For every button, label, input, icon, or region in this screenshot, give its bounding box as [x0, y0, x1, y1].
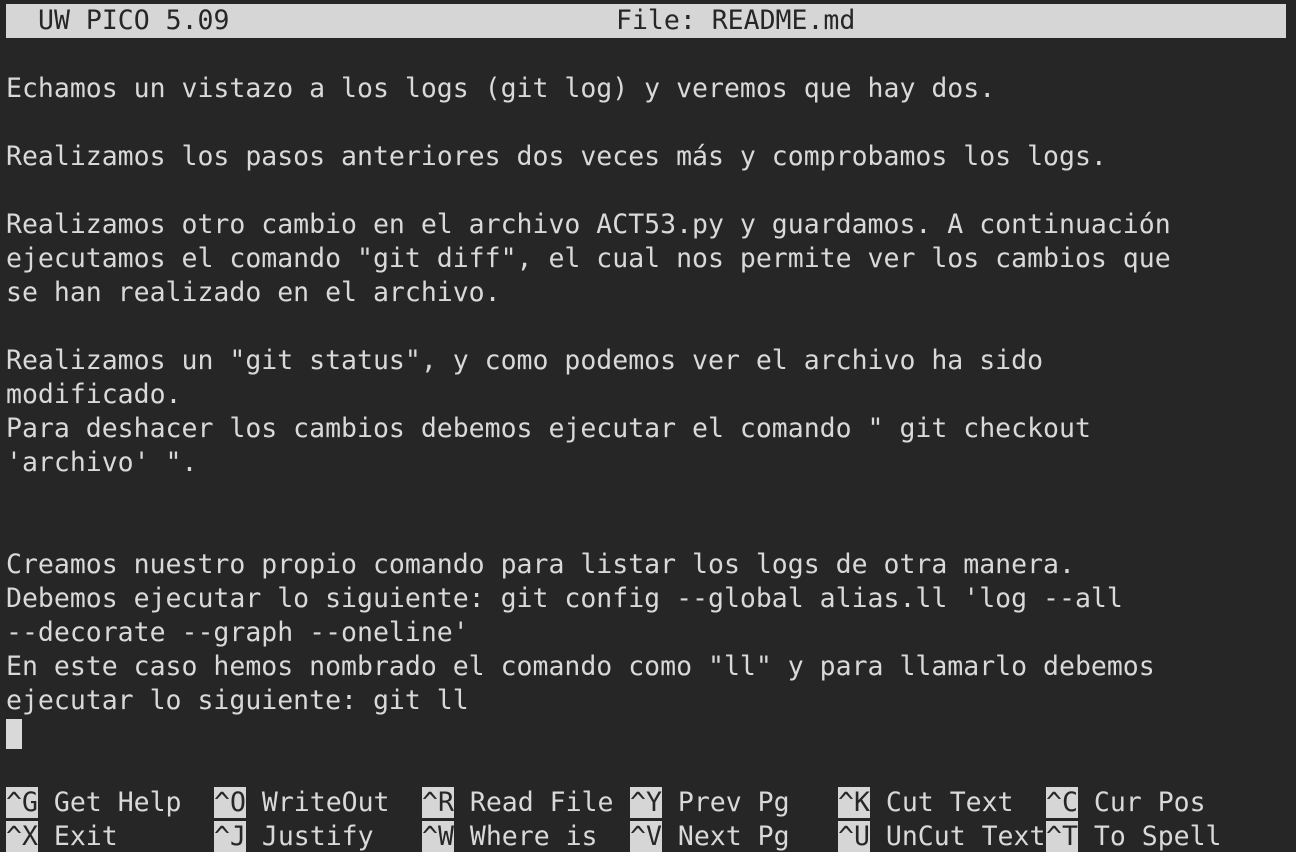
shortcut-cut-text[interactable]: ^K Cut Text	[838, 786, 1014, 820]
shortcut-where-is[interactable]: ^W Where is	[422, 820, 598, 852]
shortcut-key: ^V	[630, 821, 662, 852]
editor-line: Para deshacer los cambios debemos ejecut…	[6, 413, 1091, 444]
shortcut-writeout[interactable]: ^O WriteOut	[214, 786, 390, 820]
shortcut-label: Get Help	[37, 787, 182, 818]
title-bar: UW PICO 5.09 File: README.md	[6, 4, 1286, 38]
shortcut-label: Prev Pg	[661, 787, 790, 818]
shortcut-read-file[interactable]: ^R Read File	[422, 786, 613, 820]
shortcut-label: To Spell	[1077, 821, 1222, 852]
editor-line: En este caso hemos nombrado el comando c…	[6, 651, 1155, 682]
shortcut-to-spell[interactable]: ^T To Spell	[1046, 820, 1222, 852]
shortcut-key: ^C	[1046, 787, 1078, 818]
shortcut-key: ^W	[422, 821, 454, 852]
text-editor-area[interactable]: Echamos un vistazo a los logs (git log) …	[6, 38, 1290, 768]
editor-line: Realizamos los pasos anteriores dos vece…	[6, 141, 1107, 172]
editor-line: se han realizado en el archivo.	[6, 277, 501, 308]
shortcut-get-help[interactable]: ^G Get Help	[6, 786, 182, 820]
shortcut-label: UnCut Text	[869, 821, 1046, 852]
shortcut-label: WriteOut	[245, 787, 390, 818]
shortcut-key: ^G	[6, 787, 38, 818]
shortcut-key: ^T	[1046, 821, 1078, 852]
shortcut-key: ^R	[422, 787, 454, 818]
shortcut-key: ^Y	[630, 787, 662, 818]
editor-line: Echamos un vistazo a los logs (git log) …	[6, 73, 996, 104]
shortcut-key: ^X	[6, 821, 38, 852]
shortcut-key: ^J	[214, 821, 246, 852]
shortcut-label: Exit	[37, 821, 118, 852]
shortcut-label: Read File	[453, 787, 614, 818]
shortcut-uncut-text[interactable]: ^U UnCut Text	[838, 820, 1045, 852]
editor-line: Realizamos un "git status", y como podem…	[6, 345, 1044, 376]
editor-line: Realizamos otro cambio en el archivo ACT…	[6, 209, 1171, 240]
shortcut-prev-pg[interactable]: ^Y Prev Pg	[630, 786, 790, 820]
shortcut-label: Cur Pos	[1077, 787, 1206, 818]
shortcut-key: ^K	[838, 787, 870, 818]
editor-cursor-line	[6, 718, 1290, 752]
editor-line: ejecutamos el comando "git diff", el cua…	[6, 243, 1171, 274]
text-cursor	[6, 718, 22, 749]
file-name: File: README.md	[616, 5, 856, 36]
shortcut-label: Justify	[245, 821, 374, 852]
shortcut-exit[interactable]: ^X Exit	[6, 820, 118, 852]
shortcut-next-pg[interactable]: ^V Next Pg	[630, 820, 790, 852]
editor-line: 'archivo' ".	[6, 447, 198, 478]
shortcut-justify[interactable]: ^J Justify	[214, 820, 374, 852]
shortcut-key: ^O	[214, 787, 246, 818]
editor-line: Debemos ejecutar lo siguiente: git confi…	[6, 583, 1123, 614]
shortcut-label: Cut Text	[869, 787, 1014, 818]
shortcut-key: ^U	[838, 821, 870, 852]
shortcut-cur-pos[interactable]: ^C Cur Pos	[1046, 786, 1206, 820]
editor-line: Creamos nuestro propio comando para list…	[6, 549, 1075, 580]
shortcut-label: Where is	[453, 821, 598, 852]
shortcut-bar: ^G Get Help ^O WriteOut ^R Read File ^Y …	[6, 786, 1290, 852]
app-name: UW PICO 5.09	[38, 5, 230, 36]
editor-line: ejecutar lo siguiente: git ll	[6, 685, 469, 716]
shortcut-label: Next Pg	[661, 821, 790, 852]
editor-line: --decorate --graph --oneline'	[6, 617, 469, 648]
editor-line: modificado.	[6, 379, 182, 410]
